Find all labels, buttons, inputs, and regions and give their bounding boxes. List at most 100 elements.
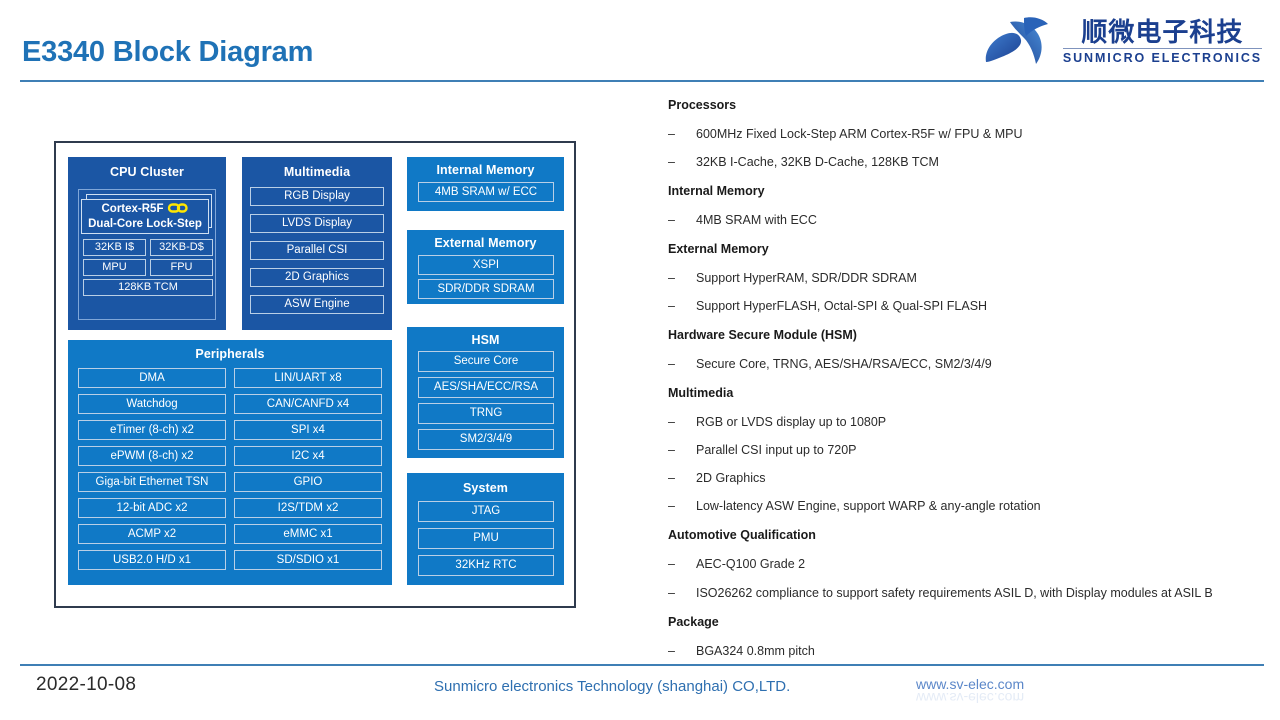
peripheral-item: I2C x4: [234, 446, 382, 466]
page-title: E3340 Block Diagram: [22, 36, 314, 68]
footer-divider: [20, 664, 1264, 666]
peripheral-item: GPIO: [234, 472, 382, 492]
cpu-tcm-row: 128KB TCM: [83, 279, 213, 296]
spec-bullet: – ISO26262 compliance to support safety …: [668, 582, 1268, 604]
spec-bullet: – Parallel CSI input up to 720P: [668, 436, 1268, 464]
hsm-item-list: Secure Core AES/SHA/ECC/RSA TRNG SM2/3/4…: [418, 351, 554, 455]
bullet-dash-icon: –: [668, 586, 675, 600]
cpu-core-area: Cortex-R5F Dual-Core Lock-Step 32KB I$ 3…: [78, 189, 216, 320]
multimedia-item: Parallel CSI: [250, 241, 384, 260]
bullet-dash-icon: –: [668, 357, 675, 371]
cpu-dcache-cell: 32KB-D$: [150, 239, 213, 256]
spec-bullet-text: 600MHz Fixed Lock-Step ARM Cortex-R5F w/…: [696, 127, 1023, 141]
peripheral-item: ACMP x2: [78, 524, 226, 544]
spec-heading-automotive-qualification: Automotive Qualification: [668, 528, 816, 542]
specification-list: Processors – 600MHz Fixed Lock-Step ARM …: [668, 90, 1268, 665]
spec-bullet-text: BGA324 0.8mm pitch: [696, 644, 815, 658]
bullet-dash-icon: –: [668, 471, 675, 485]
spec-bullet: – 32KB I-Cache, 32KB D-Cache, 128KB TCM: [668, 148, 1268, 176]
cpu-core-name: Cortex-R5F: [101, 203, 164, 216]
spec-bullet-text: 2D Graphics: [696, 471, 766, 485]
chain-link-icon: [166, 202, 189, 218]
peripheral-item: Giga-bit Ethernet TSN: [78, 472, 226, 492]
spec-bullet-text: Support HyperRAM, SDR/DDR SDRAM: [696, 271, 917, 285]
peripheral-item: CAN/CANFD x4: [234, 394, 382, 414]
block-hsm: HSM Secure Core AES/SHA/ECC/RSA TRNG SM2…: [407, 327, 564, 458]
peripheral-item: LIN/UART x8: [234, 368, 382, 388]
footer-date: 2022-10-08: [36, 674, 137, 695]
hsm-item: SM2/3/4/9: [418, 429, 554, 450]
block-cpu-cluster-title: CPU Cluster: [109, 165, 185, 179]
spec-bullet: – Support HyperFLASH, Octal-SPI & Qual-S…: [668, 292, 1268, 320]
multimedia-item: RGB Display: [250, 187, 384, 206]
spec-bullet: – Support HyperRAM, SDR/DDR SDRAM: [668, 264, 1268, 292]
spec-bullet: – 4MB SRAM with ECC: [668, 206, 1268, 234]
system-item: 32KHz RTC: [418, 555, 554, 576]
multimedia-item: LVDS Display: [250, 214, 384, 233]
spec-heading-multimedia: Multimedia: [668, 386, 734, 400]
peripheral-item: Watchdog: [78, 394, 226, 414]
bullet-dash-icon: –: [668, 443, 675, 457]
footer-company-name: Sunmicro electronics Technology (shangha…: [434, 678, 791, 695]
bullet-dash-icon: –: [668, 127, 675, 141]
spec-bullet-text: Support HyperFLASH, Octal-SPI & Qual-SPI…: [696, 299, 988, 313]
cpu-cache-row: 32KB I$ 32KB-D$: [83, 239, 213, 256]
spec-heading-processors: Processors: [668, 98, 737, 112]
system-item: JTAG: [418, 501, 554, 522]
peripherals-grid: DMA LIN/UART x8 Watchdog CAN/CANFD x4 eT…: [78, 368, 382, 570]
spec-bullet: – BGA324 0.8mm pitch: [668, 637, 1268, 665]
block-external-memory-title: External Memory: [434, 236, 537, 250]
spec-bullet-text: 4MB SRAM with ECC: [696, 213, 817, 227]
block-diagram: CPU Cluster Cortex-R5F Dual-Core Lock-St…: [54, 141, 576, 608]
bullet-dash-icon: –: [668, 644, 675, 658]
multimedia-item: ASW Engine: [250, 295, 384, 314]
multimedia-item: 2D Graphics: [250, 268, 384, 287]
spec-heading-hsm: Hardware Secure Module (HSM): [668, 328, 857, 342]
block-internal-memory-title: Internal Memory: [436, 163, 535, 177]
spec-bullet: – 2D Graphics: [668, 464, 1268, 492]
hsm-item: TRNG: [418, 403, 554, 424]
cpu-mpu-cell: MPU: [83, 259, 146, 276]
peripheral-item: SD/SDIO x1: [234, 550, 382, 570]
hsm-item: AES/SHA/ECC/RSA: [418, 377, 554, 398]
peripheral-item: DMA: [78, 368, 226, 388]
block-hsm-title: HSM: [471, 333, 500, 347]
spec-bullet: – AEC-Q100 Grade 2: [668, 550, 1268, 578]
logo-divider: [1062, 47, 1262, 50]
cpu-mpu-fpu-row: MPU FPU: [83, 259, 213, 276]
internal-memory-item: 4MB SRAM w/ ECC: [418, 182, 554, 202]
header-divider: [20, 80, 1264, 82]
bullet-dash-icon: –: [668, 213, 675, 227]
peripheral-item: SPI x4: [234, 420, 382, 440]
slide-header: E3340 Block Diagram 顺微电子科技 SUNMICRO ELEC…: [0, 0, 1280, 85]
block-cpu-cluster: CPU Cluster Cortex-R5F Dual-Core Lock-St…: [68, 157, 226, 330]
block-multimedia: Multimedia RGB Display LVDS Display Para…: [242, 157, 392, 330]
block-peripherals-title: Peripherals: [195, 347, 265, 361]
block-system: System JTAG PMU 32KHz RTC: [407, 473, 564, 585]
hsm-item: Secure Core: [418, 351, 554, 372]
spec-bullet: – Low-latency ASW Engine, support WARP &…: [668, 492, 1268, 520]
peripheral-item: eTimer (8-ch) x2: [78, 420, 226, 440]
peripheral-item: ePWM (8-ch) x2: [78, 446, 226, 466]
spec-bullet-text: Secure Core, TRNG, AES/SHA/RSA/ECC, SM2/…: [696, 357, 992, 371]
block-multimedia-title: Multimedia: [283, 165, 351, 179]
cpu-core-box: Cortex-R5F Dual-Core Lock-Step: [81, 199, 209, 234]
system-item: PMU: [418, 528, 554, 549]
spec-bullet-text: AEC-Q100 Grade 2: [696, 557, 806, 571]
peripheral-item: 12-bit ADC x2: [78, 498, 226, 518]
bullet-dash-icon: –: [668, 557, 675, 571]
spec-bullet-text: ISO26262 compliance to support safety re…: [696, 586, 1213, 600]
slide: E3340 Block Diagram 顺微电子科技 SUNMICRO ELEC…: [0, 0, 1280, 720]
bullet-dash-icon: –: [668, 415, 675, 429]
cpu-fpu-cell: FPU: [150, 259, 213, 276]
spec-bullet-text: Parallel CSI input up to 720P: [696, 443, 857, 457]
block-internal-memory: Internal Memory 4MB SRAM w/ ECC: [407, 157, 564, 211]
multimedia-item-list: RGB Display LVDS Display Parallel CSI 2D…: [250, 187, 384, 322]
logo-wordmark: 顺微电子科技 SUNMICRO ELECTRONICS: [1062, 18, 1262, 65]
peripheral-item: USB2.0 H/D x1: [78, 550, 226, 570]
spec-bullet: – Secure Core, TRNG, AES/SHA/RSA/ECC, SM…: [668, 350, 1268, 378]
bullet-dash-icon: –: [668, 155, 675, 169]
system-item-list: JTAG PMU 32KHz RTC: [418, 501, 554, 582]
cpu-tcm-cell: 128KB TCM: [83, 279, 213, 296]
spec-heading-external-memory: External Memory: [668, 242, 769, 256]
